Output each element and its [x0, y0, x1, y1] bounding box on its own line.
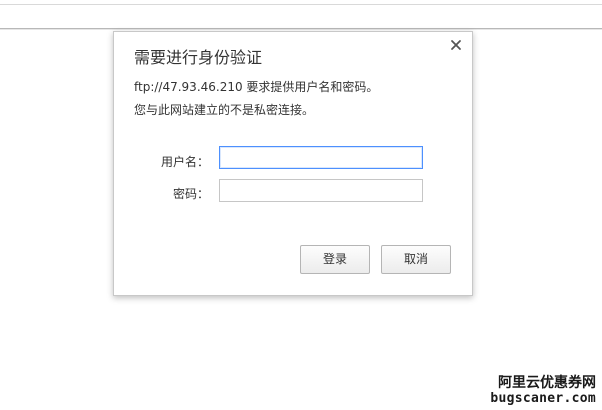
connection-warning: 您与此网站建立的不是私密连接。: [134, 103, 315, 117]
browser-toolbar: [0, 0, 602, 29]
password-input[interactable]: [219, 179, 423, 202]
watermark-domain: bugscaner.com: [490, 391, 596, 406]
site-watermark: 阿里云优惠券网 bugscaner.com: [490, 375, 596, 406]
dialog-title: 需要进行身份验证: [134, 48, 263, 67]
username-label: 用户名：: [160, 155, 209, 169]
close-icon[interactable]: [449, 38, 463, 52]
auth-dialog: 需要进行身份验证 ftp://47.93.46.210 要求提供用户名和密码。 …: [113, 31, 473, 296]
cancel-button[interactable]: 取消: [381, 245, 451, 274]
auth-request-message: ftp://47.93.46.210 要求提供用户名和密码。: [134, 80, 379, 94]
watermark-title: 阿里云优惠券网: [498, 375, 596, 391]
password-label: 密码：: [172, 187, 209, 201]
login-button[interactable]: 登录: [300, 245, 370, 274]
toolbar-divider: [0, 4, 602, 25]
username-input[interactable]: [219, 146, 423, 169]
